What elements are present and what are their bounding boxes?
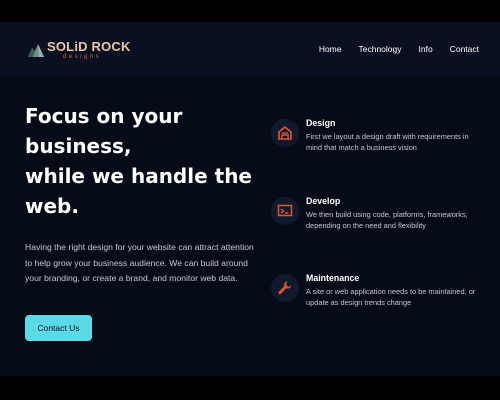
brand-name: SOLiD ROCK [47, 39, 131, 54]
feature-title: Design [306, 118, 336, 128]
headline-line-4: web. [25, 194, 79, 218]
brand-wordmark: SOLiD ROCK designs [47, 40, 131, 60]
brand-logo[interactable]: SOLiD ROCK designs [27, 38, 131, 62]
contact-us-button[interactable]: Contact Us [25, 315, 92, 341]
layout-icon [271, 119, 299, 147]
wrench-icon [271, 274, 299, 302]
rock-logo-icon [28, 44, 44, 57]
headline-line-3: while we handle the [25, 164, 252, 188]
feature-description: A site or web application needs to be ma… [306, 287, 476, 308]
nav-item-contact[interactable]: Contact [450, 44, 479, 54]
feature-description: First we layout a design draft with requ… [306, 132, 469, 153]
nav-item-technology[interactable]: Technology [359, 44, 402, 54]
nav-item-home[interactable]: Home [319, 44, 342, 54]
terminal-icon [271, 197, 299, 225]
headline-line-1: Focus on your [25, 104, 183, 128]
brand-tagline: designs [63, 54, 102, 60]
nav-item-info[interactable]: Info [419, 44, 433, 54]
feature-title: Maintenance [306, 273, 360, 283]
main-nav: Home Technology Info Contact [302, 44, 479, 54]
headline-line-2: business, [25, 134, 132, 158]
feature-title: Develop [306, 196, 341, 206]
top-navigation-bar: SOLiD ROCK designs Home Technology Info … [0, 22, 500, 77]
hero-intro-text: Having the right design for your website… [25, 242, 254, 283]
feature-description: We then build using code, platforms, fra… [306, 210, 468, 231]
page-frame: SOLiD ROCK designs Home Technology Info … [0, 22, 500, 376]
hero-headline: Focus on your business, while we handle … [25, 101, 265, 221]
